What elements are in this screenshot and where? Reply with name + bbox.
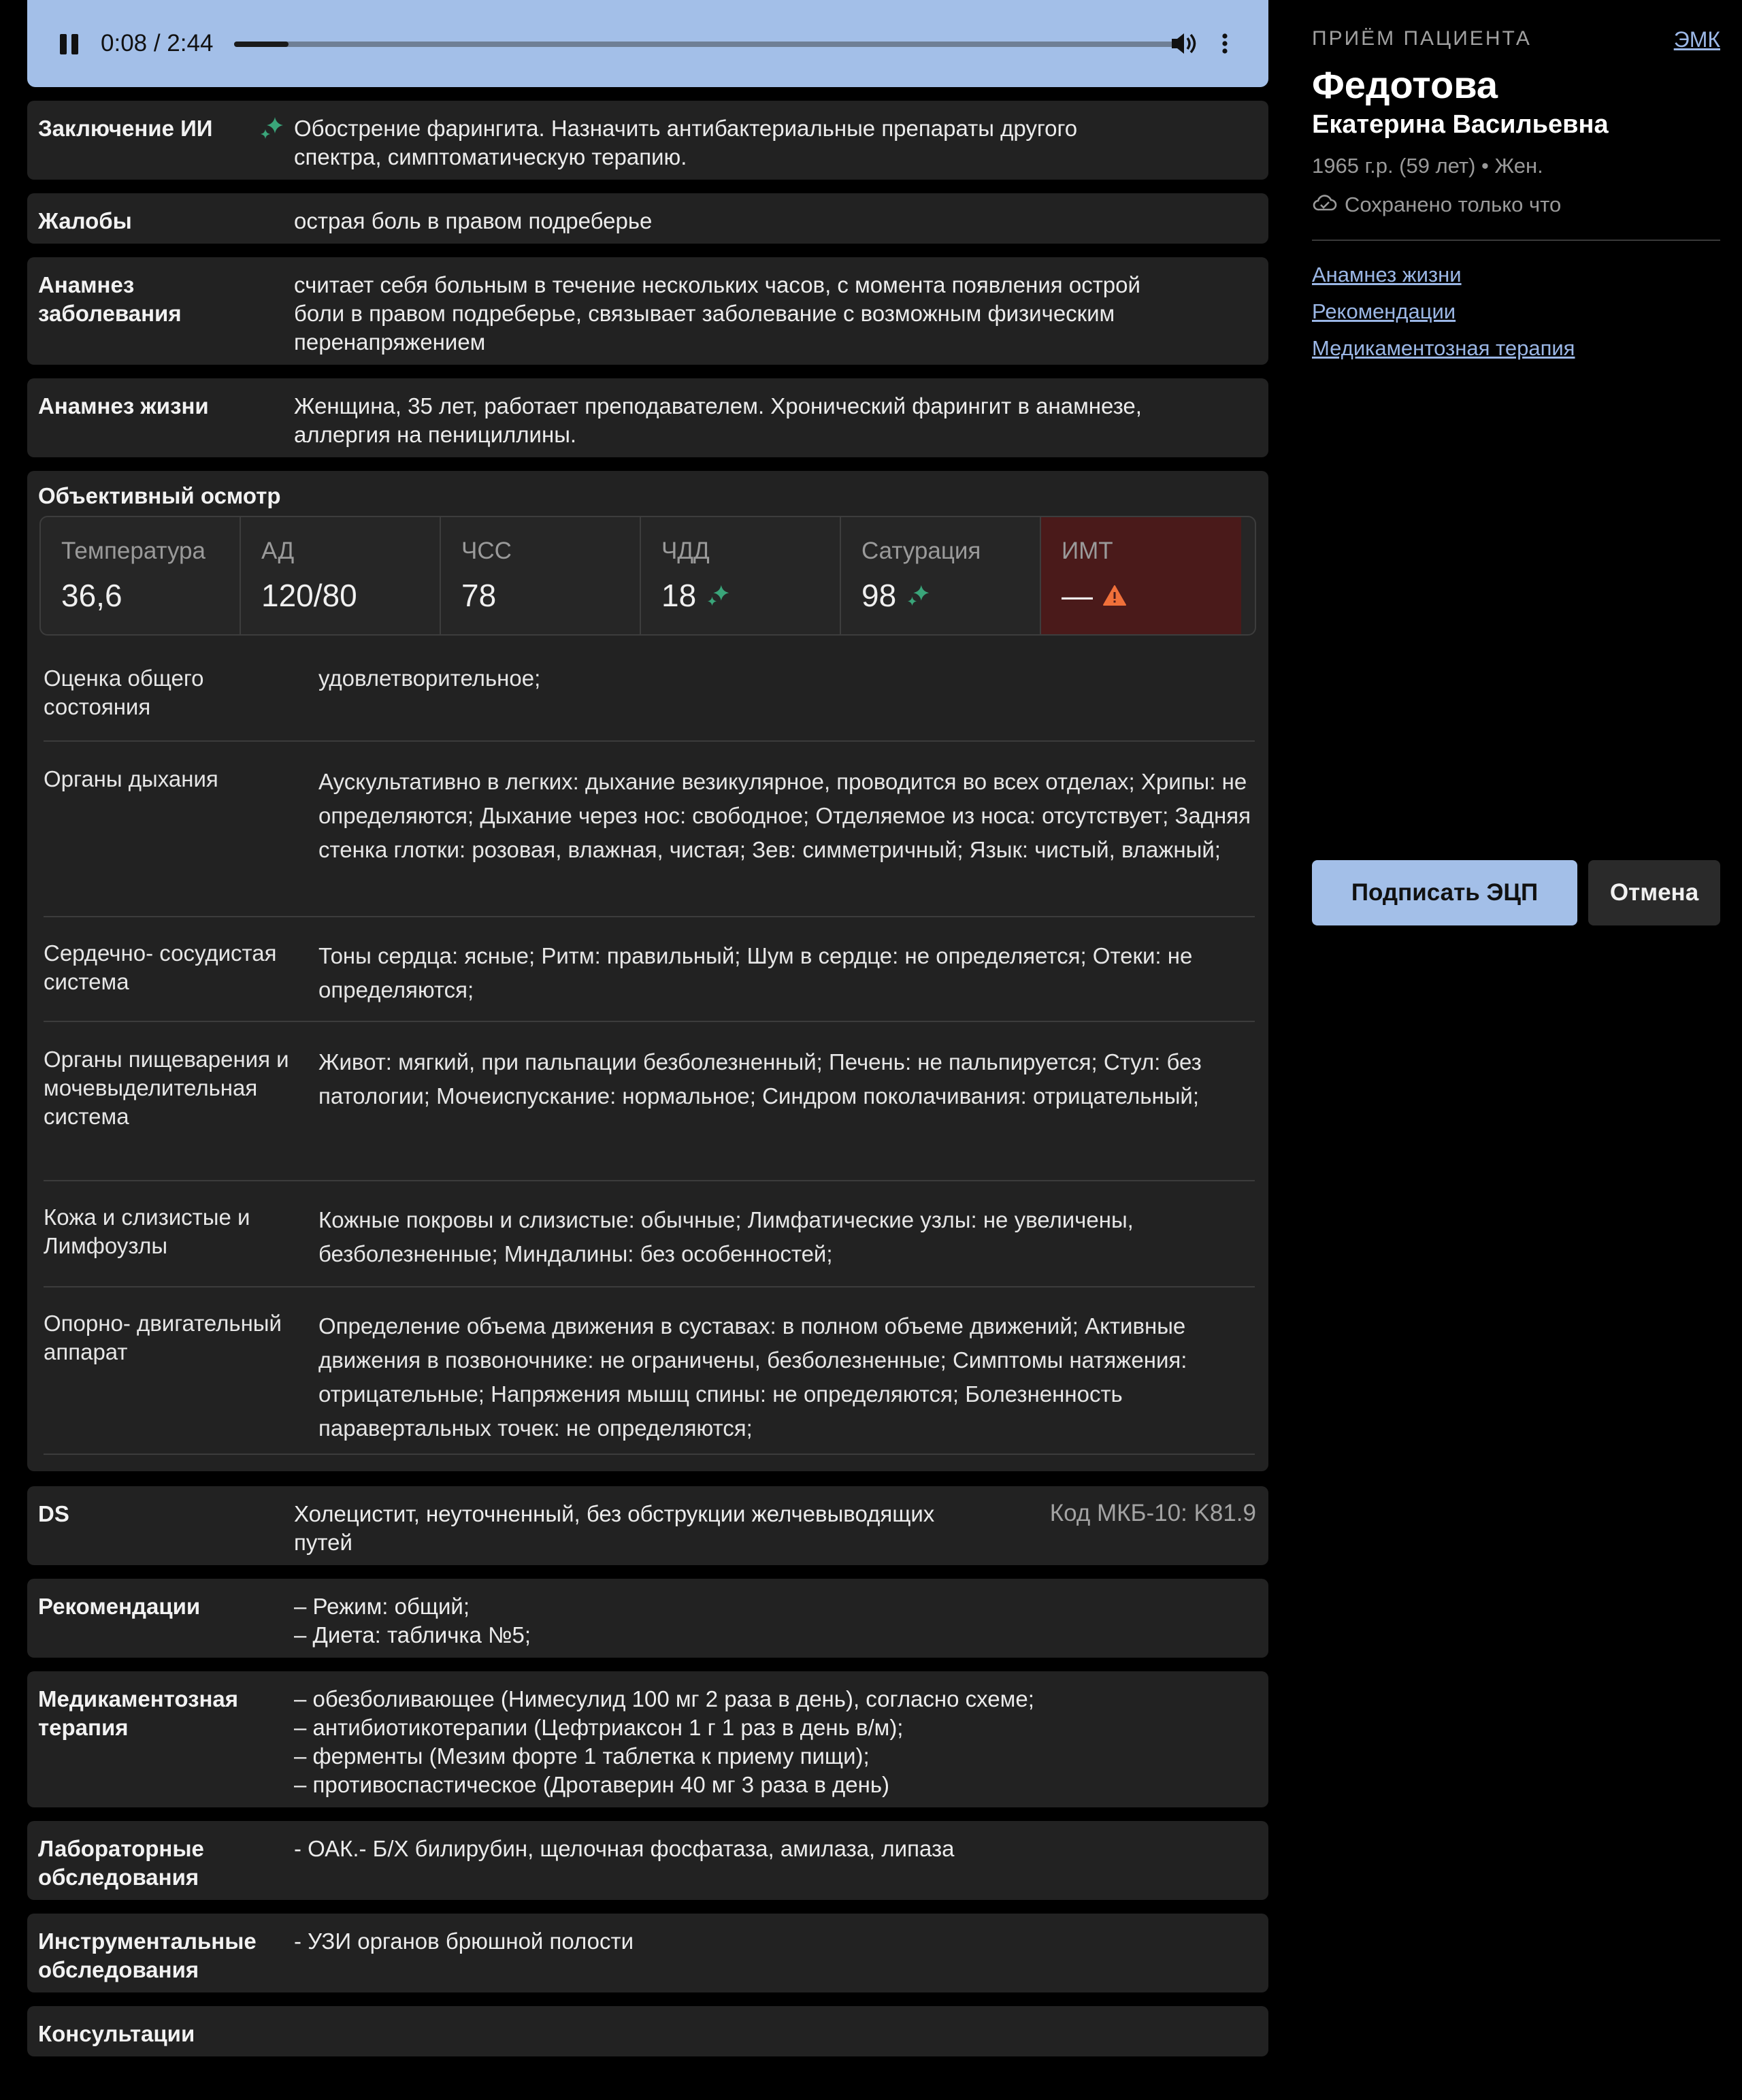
pause-icon[interactable] — [60, 34, 79, 54]
complaints-text: острая боль в правом подреберье — [294, 208, 653, 233]
life-history-section[interactable]: Анамнез жизни Женщина, 35 лет, работает … — [27, 378, 1268, 457]
player-progress-fill — [234, 42, 289, 47]
recommendations-text: – Режим: общий; – Диета: табличка №5; — [294, 1594, 531, 1647]
exam-row-label: Органы пищеварения и мочевыделительная с… — [44, 1047, 289, 1129]
player-time: 0:08 / 2:44 — [101, 30, 214, 56]
lab-section[interactable]: Лабораторные обследования - ОАК.- Б/Х би… — [27, 1821, 1268, 1900]
exam-row-text: Аускультативно в легких: дыхание везикул… — [318, 769, 1251, 862]
volume-icon[interactable] — [1168, 29, 1200, 59]
ai-sparkle-icon — [706, 583, 732, 608]
exam-row-label: Оценка общего состояния — [44, 666, 204, 719]
exam-title: Объективный осмотр — [38, 483, 281, 508]
vital-value: 18 — [661, 578, 697, 613]
exam-row-text: Кожные покровы и слизистые: обычные; Лим… — [318, 1207, 1134, 1266]
vital-value: 120/80 — [261, 578, 357, 613]
patient-surname: Федотова — [1312, 63, 1498, 106]
vital-label: ИМТ — [1062, 538, 1113, 564]
vital-label: АД — [261, 538, 295, 564]
cancel-button[interactable]: Отмена — [1588, 860, 1720, 925]
cloud-check-icon — [1312, 192, 1338, 218]
vital-label: ЧДД — [661, 538, 710, 564]
exam-row-text: Тоны сердца: ясные; Ритм: правильный; Шу… — [318, 943, 1193, 1002]
consultations-label: Консультации — [38, 2021, 195, 2046]
exam-row-label: Органы дыхания — [44, 766, 218, 791]
icd-code: Код МКБ-10: K81.9 — [1049, 1500, 1256, 1526]
complaints-section[interactable]: Жалобы острая боль в правом подреберье — [27, 193, 1268, 244]
ai-conclusion-text: Обострение фарингита. Назначить антибакт… — [294, 116, 1078, 169]
lab-label: Лабораторные обследования — [38, 1836, 204, 1890]
exam-row-label: Сердечно- сосудистая система — [44, 940, 277, 994]
patient-name: Екатерина Васильевна — [1312, 110, 1609, 139]
therapy-label: Медикаментозная терапия — [38, 1686, 239, 1740]
ai-sparkle-icon — [906, 583, 932, 608]
patient-meta: 1965 г.р. (59 лет) • Жен. — [1312, 154, 1543, 178]
warning-icon — [1102, 585, 1127, 606]
lab-text: - ОАК.- Б/Х билирубин, щелочная фосфатаз… — [294, 1836, 955, 1861]
exam-row-skin-lymph[interactable]: Кожа и слизистые и Лимфоузлы Кожные покр… — [44, 1203, 1255, 1287]
vital-label: Сатурация — [861, 538, 981, 564]
vital-blood-pressure[interactable]: АД 120/80 — [241, 517, 441, 634]
life-history-label: Анамнез жизни — [38, 393, 209, 419]
player-progress-bar[interactable] — [234, 42, 1176, 47]
disease-history-label: Анамнез заболевания — [38, 272, 182, 326]
ds-section[interactable]: DS Холецистит, неуточненный, без обструк… — [27, 1486, 1268, 1565]
vital-bmi[interactable]: ИМТ — — [1041, 517, 1241, 634]
exam-row-text: Определение объема движения в суставах: … — [318, 1313, 1187, 1441]
vital-temperature[interactable]: Температура 36,6 — [41, 517, 241, 634]
ai-conclusion-label: Заключение ИИ — [38, 116, 213, 141]
save-status: Сохранено только что — [1312, 192, 1561, 218]
vital-respiratory-rate[interactable]: ЧДД 18 — [641, 517, 841, 634]
vital-label: ЧСС — [461, 538, 512, 564]
life-history-text: Женщина, 35 лет, работает преподавателем… — [294, 393, 1142, 447]
instrumental-label: Инструментальные обследования — [38, 1929, 257, 1982]
nav-link-life-history[interactable]: Анамнез жизни — [1312, 263, 1462, 287]
exam-row-text: удовлетворительное; — [318, 666, 541, 691]
exam-row-label: Кожа и слизистые и Лимфоузлы — [44, 1204, 250, 1258]
exam-row-cardiovascular[interactable]: Сердечно- сосудистая система Тоны сердца… — [44, 939, 1255, 1022]
recommendations-label: Рекомендации — [38, 1594, 201, 1619]
vital-value: 36,6 — [61, 578, 122, 613]
exam-row-general[interactable]: Оценка общего состояния удовлетворительн… — [44, 664, 1255, 742]
vital-label: Температура — [61, 538, 206, 564]
audio-player: 0:08 / 2:44 — [27, 0, 1268, 87]
vitals-strip: Температура 36,6 АД 120/80 ЧСС 78 ЧДД 18… — [39, 516, 1256, 636]
recommendations-section[interactable]: Рекомендации – Режим: общий; – Диета: та… — [27, 1579, 1268, 1658]
ds-label: DS — [38, 1501, 69, 1526]
consultations-section[interactable]: Консультации — [27, 2006, 1268, 2056]
more-options-icon[interactable] — [1217, 29, 1233, 59]
therapy-section[interactable]: Медикаментозная терапия – обезболивающее… — [27, 1671, 1268, 1807]
vital-value: — — [1062, 578, 1093, 613]
exam-row-text: Живот: мягкий, при пальпации безболезнен… — [318, 1049, 1202, 1109]
panel-divider — [1312, 240, 1720, 241]
vital-value: 98 — [861, 578, 897, 613]
sign-ecp-button[interactable]: Подписать ЭЦП — [1312, 860, 1577, 925]
instrumental-section[interactable]: Инструментальные обследования - УЗИ орга… — [27, 1914, 1268, 1992]
ai-conclusion-section: Заключение ИИ Обострение фарингита. Назн… — [27, 101, 1268, 180]
disease-history-text: считает себя больным в течение нескольки… — [294, 272, 1140, 355]
disease-history-section[interactable]: Анамнез заболевания считает себя больным… — [27, 257, 1268, 365]
ds-text: Холецистит, неуточненный, без обструкции… — [294, 1501, 935, 1555]
nav-link-therapy[interactable]: Медикаментозная терапия — [1312, 336, 1575, 361]
vital-heart-rate[interactable]: ЧСС 78 — [441, 517, 641, 634]
exam-row-label: Опорно- двигательный аппарат — [44, 1311, 282, 1364]
exam-row-digestive[interactable]: Органы пищеварения и мочевыделительная с… — [44, 1045, 1255, 1181]
nav-link-recommendations[interactable]: Рекомендации — [1312, 299, 1456, 324]
objective-exam-section: Объективный осмотр Температура 36,6 АД 1… — [27, 471, 1268, 1471]
instrumental-text: - УЗИ органов брюшной полости — [294, 1929, 634, 1954]
vital-saturation[interactable]: Сатурация 98 — [841, 517, 1041, 634]
save-status-text: Сохранено только что — [1345, 193, 1562, 216]
panel-header: ПРИЁМ ПАЦИЕНТА — [1312, 27, 1532, 50]
emk-link[interactable]: ЭМК — [1674, 27, 1720, 52]
complaints-label: Жалобы — [38, 208, 132, 233]
ai-sparkle-icon — [259, 114, 286, 142]
therapy-text: – обезболивающее (Нимесулид 100 мг 2 раз… — [294, 1686, 1034, 1797]
vital-value: 78 — [461, 578, 497, 613]
exam-row-respiratory[interactable]: Органы дыхания Аускультативно в легких: … — [44, 765, 1255, 917]
exam-row-musculoskeletal[interactable]: Опорно- двигательный аппарат Определение… — [44, 1309, 1255, 1455]
